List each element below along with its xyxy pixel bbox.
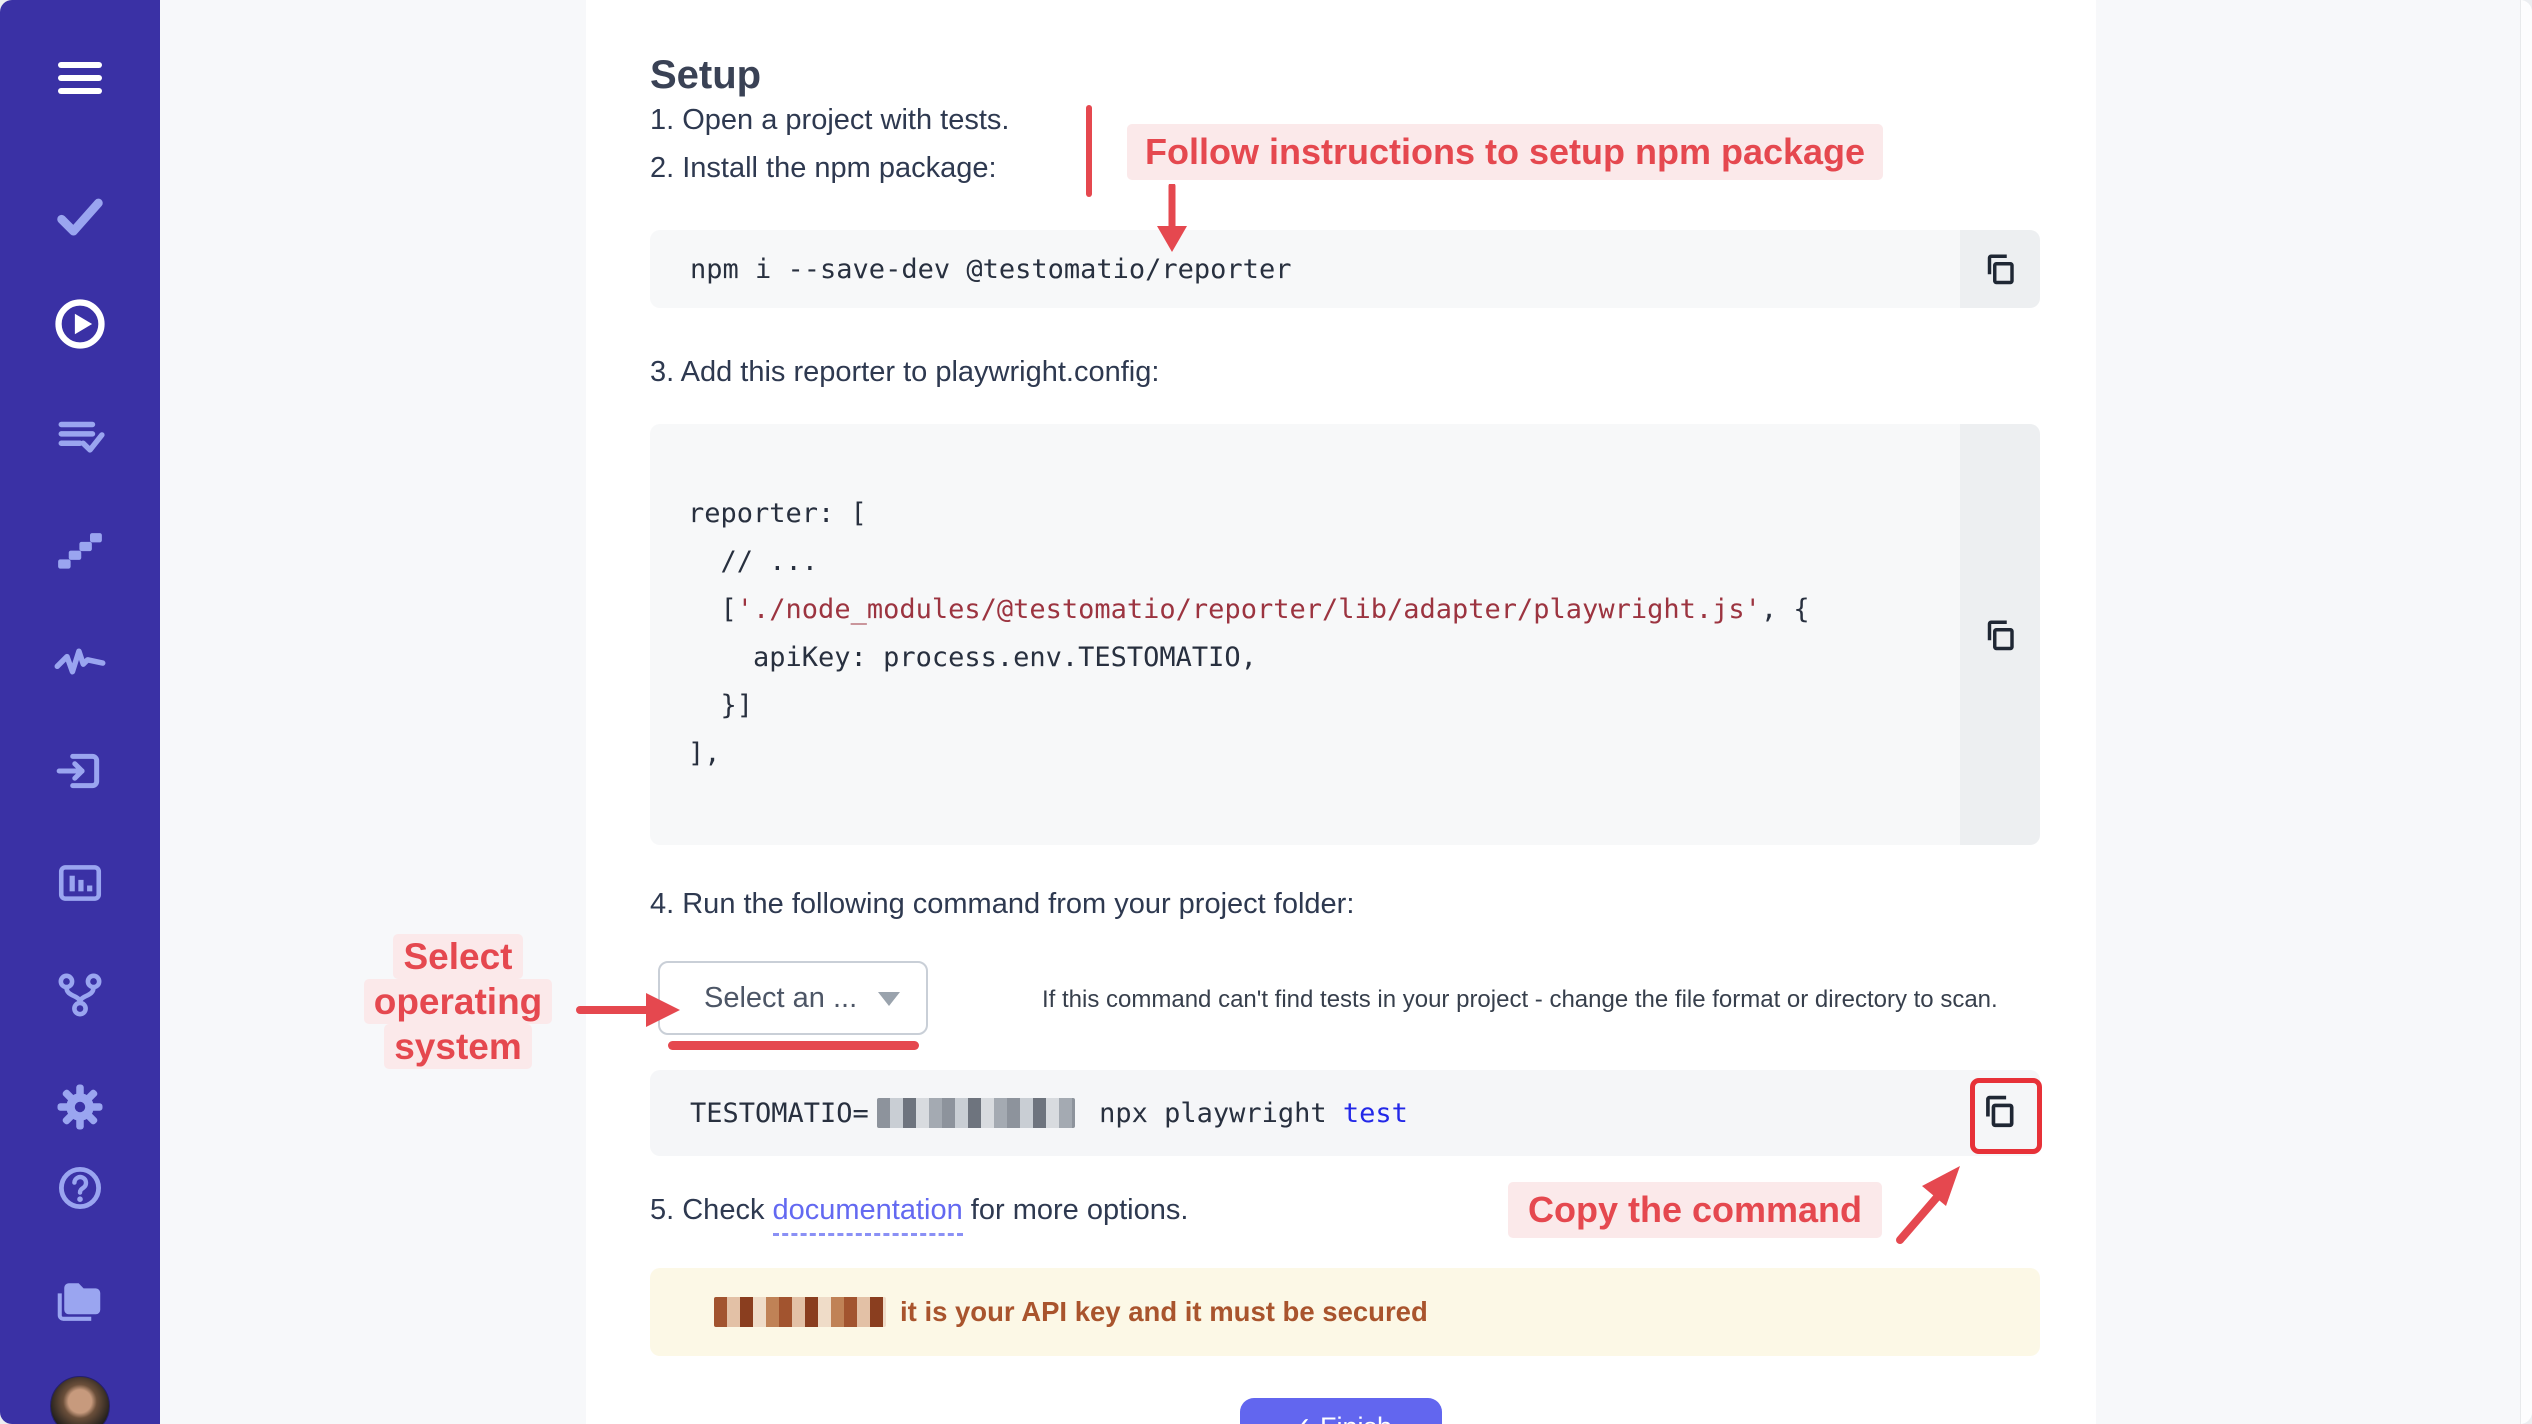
sidebar-item-analytics[interactable] <box>55 858 105 913</box>
annotation-underline <box>668 1041 919 1050</box>
annotation-copy-highlight-frame <box>1970 1078 2042 1154</box>
annotation-follow-npm: Follow instructions to setup npm package <box>1127 124 1883 180</box>
step-5: 5. Check documentation for more options. <box>650 1194 1188 1227</box>
step-2: 2. Install the npm package: <box>650 152 997 185</box>
finish-button[interactable]: ✓ Finish <box>1240 1398 1442 1424</box>
os-select[interactable]: Select an ... <box>658 961 928 1035</box>
chevron-down-icon <box>878 992 900 1006</box>
sidebar-item-runs[interactable] <box>52 296 108 357</box>
copy-install-command-button[interactable] <box>1982 251 2018 287</box>
step-1: 1. Open a project with tests. <box>650 104 1009 137</box>
arrow-up-right-icon <box>1888 1160 1968 1251</box>
list-check-icon <box>55 412 105 467</box>
sidebar-item-branches[interactable] <box>55 970 105 1025</box>
copy-config-button[interactable] <box>1982 617 2018 653</box>
step-3: 3. Add this reporter to playwright.confi… <box>650 356 1159 389</box>
warning-text: it is your API key and it must be secure… <box>900 1296 1428 1328</box>
page-title: Setup <box>650 53 761 98</box>
sign-in-icon <box>55 746 105 801</box>
sidebar-item-activity[interactable] <box>54 636 106 693</box>
documentation-link[interactable]: documentation <box>773 1194 963 1236</box>
install-command-block: npm i --save-dev @testomatio/reporter <box>650 230 2040 308</box>
folder-icon <box>53 1272 107 1331</box>
vertical-scrollbar[interactable] <box>2520 0 2532 1424</box>
api-key-warning: it is your API key and it must be secure… <box>650 1268 2040 1356</box>
test-keyword: test <box>1343 1098 1408 1129</box>
install-command-text: npm i --save-dev @testomatio/reporter <box>650 254 1291 285</box>
redacted-api-key <box>877 1098 1075 1128</box>
sidebar-item-milestones[interactable] <box>55 524 105 579</box>
hamburger-icon <box>56 60 104 101</box>
question-circle-icon <box>56 1164 104 1217</box>
run-command-text: TESTOMATIO= npx playwright test <box>650 1098 1408 1129</box>
sidebar <box>0 0 160 1424</box>
sidebar-item-help[interactable] <box>56 1164 104 1217</box>
redacted-api-key <box>714 1297 886 1327</box>
arrow-down-icon <box>1150 184 1194 261</box>
copy-icon <box>1982 641 2018 656</box>
stairs-icon <box>55 524 105 579</box>
setup-page: Setup 1. Open a project with tests. 2. I… <box>0 0 2532 1424</box>
scan-hint-text: If this command can't find tests in your… <box>1042 986 1998 1014</box>
annotation-vertical-line <box>1086 105 1092 197</box>
config-path-string: './node_modules/@testomatio/reporter/lib… <box>737 594 1761 625</box>
gear-icon <box>55 1082 105 1137</box>
play-circle-icon <box>52 296 108 357</box>
os-select-value: Select an ... <box>704 982 857 1015</box>
avatar-photo <box>50 1376 110 1424</box>
config-code-text: reporter: [ // ... ['./node_modules/@tes… <box>650 424 1810 778</box>
annotation-select-os: Select operating system <box>350 934 566 1069</box>
git-branch-icon <box>55 970 105 1025</box>
config-code-block: reporter: [ // ... ['./node_modules/@tes… <box>650 424 2040 845</box>
bar-chart-icon <box>55 858 105 913</box>
annotation-copy-command: Copy the command <box>1508 1182 1882 1238</box>
sidebar-item-tests[interactable] <box>54 190 106 247</box>
arrow-right-icon <box>576 988 684 1037</box>
step-4: 4. Run the following command from your p… <box>650 888 1354 921</box>
copy-icon <box>1982 275 2018 290</box>
install-command-code: npm i --save-dev @testomatio/reporter <box>650 230 1960 308</box>
sidebar-item-test-plans[interactable] <box>55 412 105 467</box>
copy-gutter <box>1960 230 2040 308</box>
user-avatar[interactable] <box>50 1376 110 1424</box>
sidebar-item-import[interactable] <box>55 746 105 801</box>
env-var-text: TESTOMATIO= <box>690 1098 869 1129</box>
sidebar-item-settings[interactable] <box>55 1082 105 1137</box>
hamburger-menu-button[interactable] <box>56 60 104 101</box>
copy-gutter <box>1960 424 2040 845</box>
sidebar-item-projects[interactable] <box>53 1272 107 1331</box>
config-code: reporter: [ // ... ['./node_modules/@tes… <box>650 424 1960 845</box>
check-icon <box>54 190 106 247</box>
pulse-icon <box>54 636 106 693</box>
run-command-block: TESTOMATIO= npx playwright test <box>650 1070 2040 1156</box>
